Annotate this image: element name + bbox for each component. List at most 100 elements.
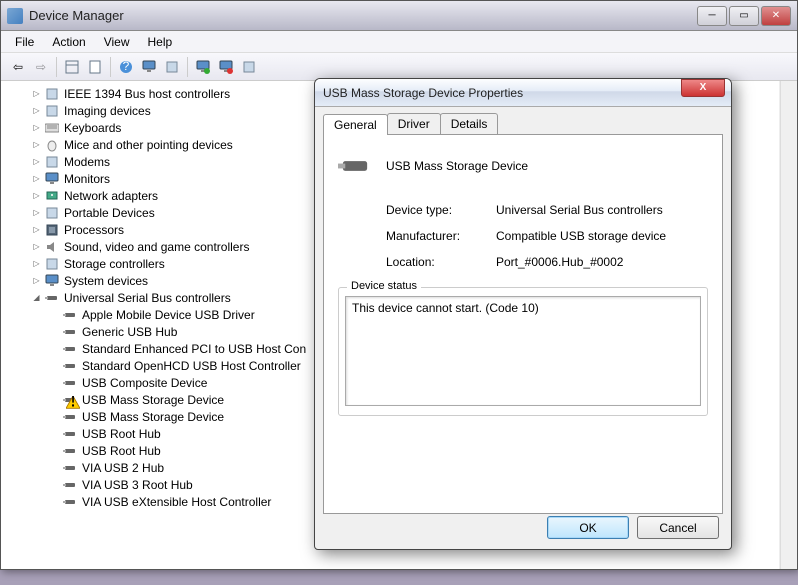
expand-toggle-icon[interactable]: ◢	[31, 292, 42, 303]
usbdev-icon	[62, 307, 78, 323]
toolbar: ⇦ ⇨ ?	[1, 53, 797, 81]
vertical-scrollbar[interactable]	[780, 81, 797, 569]
ieee-icon	[44, 86, 60, 102]
expand-toggle-icon[interactable]: ▷	[31, 88, 42, 99]
update-icon	[165, 60, 179, 74]
enable-button[interactable]	[238, 56, 260, 78]
usbdev-icon	[62, 358, 78, 374]
expand-toggle-icon[interactable]: ▷	[31, 173, 42, 184]
tree-item-label: USB Mass Storage Device	[82, 410, 224, 424]
usbdev-icon	[62, 392, 78, 408]
menu-action[interactable]: Action	[44, 33, 93, 51]
storage-icon	[44, 256, 60, 272]
usbdev-icon	[62, 477, 78, 493]
tree-item-label: IEEE 1394 Bus host controllers	[64, 87, 230, 101]
tree-item-label: Standard Enhanced PCI to USB Host Con	[82, 342, 306, 356]
tree-item-label: Monitors	[64, 172, 110, 186]
back-button[interactable]: ⇦	[7, 56, 29, 78]
expand-spacer	[49, 394, 60, 405]
help-button[interactable]: ?	[115, 56, 137, 78]
tree-item-label: Network adapters	[64, 189, 158, 203]
titlebar[interactable]: Device Manager ─ ▭ ✕	[1, 1, 797, 31]
maximize-button[interactable]: ▭	[729, 6, 759, 26]
forward-arrow-icon: ⇨	[36, 60, 46, 74]
uninstall-button[interactable]	[192, 56, 214, 78]
tab-panel-general: USB Mass Storage Device Device type: Uni…	[323, 134, 723, 514]
tree-item-label: USB Root Hub	[82, 444, 161, 458]
show-hide-tree-button[interactable]	[61, 56, 83, 78]
minimize-button[interactable]: ─	[697, 6, 727, 26]
window-title: Device Manager	[29, 8, 697, 23]
forward-button[interactable]: ⇨	[30, 56, 52, 78]
scan-hardware-button[interactable]	[138, 56, 160, 78]
tab-general[interactable]: General	[323, 114, 388, 135]
uninstall-icon	[196, 60, 210, 74]
properties-icon	[88, 60, 102, 74]
usbdev-icon	[62, 426, 78, 442]
mouse-icon	[44, 137, 60, 153]
expand-toggle-icon[interactable]: ▷	[31, 156, 42, 167]
keyboard-icon	[44, 120, 60, 136]
expand-toggle-icon[interactable]: ▷	[31, 275, 42, 286]
menu-view[interactable]: View	[96, 33, 138, 51]
expand-spacer	[49, 428, 60, 439]
device-status-label: Device status	[347, 280, 421, 292]
tab-details[interactable]: Details	[440, 113, 499, 134]
expand-toggle-icon[interactable]: ▷	[31, 258, 42, 269]
disable-button[interactable]	[215, 56, 237, 78]
modem-icon	[44, 154, 60, 170]
expand-toggle-icon[interactable]: ▷	[31, 224, 42, 235]
monitor-icon	[44, 171, 60, 187]
cpu-icon	[44, 222, 60, 238]
usb-icon	[44, 290, 60, 306]
device-status-group: Device status	[338, 287, 708, 416]
label-manufacturer: Manufacturer:	[386, 229, 496, 243]
expand-toggle-icon[interactable]: ▷	[31, 105, 42, 116]
tree-item-label: USB Root Hub	[82, 427, 161, 441]
app-icon	[7, 8, 23, 24]
expand-toggle-icon[interactable]: ▷	[31, 190, 42, 201]
ok-button[interactable]: OK	[547, 516, 629, 539]
properties-dialog: USB Mass Storage Device Properties X Gen…	[314, 78, 732, 550]
device-large-icon	[338, 149, 372, 183]
update-driver-button[interactable]	[161, 56, 183, 78]
tree-item-label: Modems	[64, 155, 110, 169]
menu-file[interactable]: File	[7, 33, 42, 51]
dialog-titlebar[interactable]: USB Mass Storage Device Properties X	[315, 79, 731, 107]
scan-icon	[142, 60, 156, 74]
help-icon: ?	[119, 60, 133, 74]
tab-driver[interactable]: Driver	[387, 113, 441, 134]
dialog-title: USB Mass Storage Device Properties	[321, 86, 681, 100]
dialog-close-button[interactable]: X	[681, 79, 725, 97]
usbdev-icon	[62, 409, 78, 425]
tab-strip: General Driver Details	[315, 107, 731, 134]
usbdev-icon	[62, 443, 78, 459]
label-device-type: Device type:	[386, 203, 496, 217]
expand-toggle-icon[interactable]: ▷	[31, 241, 42, 252]
value-device-type: Universal Serial Bus controllers	[496, 203, 708, 217]
tree-item-label: VIA USB 3 Root Hub	[82, 478, 193, 492]
usbdev-icon	[62, 375, 78, 391]
properties-button[interactable]	[84, 56, 106, 78]
expand-toggle-icon[interactable]: ▷	[31, 122, 42, 133]
tree-item-label: Storage controllers	[64, 257, 165, 271]
menu-help[interactable]: Help	[140, 33, 181, 51]
tree-icon	[65, 60, 79, 74]
close-button[interactable]: ✕	[761, 6, 791, 26]
cancel-button[interactable]: Cancel	[637, 516, 719, 539]
label-location: Location:	[386, 255, 496, 269]
device-status-text[interactable]	[345, 296, 701, 406]
tree-item-label: Apple Mobile Device USB Driver	[82, 308, 255, 322]
tree-item-label: VIA USB eXtensible Host Controller	[82, 495, 271, 509]
expand-toggle-icon[interactable]: ▷	[31, 207, 42, 218]
expand-toggle-icon[interactable]: ▷	[31, 139, 42, 150]
tree-item-label: Imaging devices	[64, 104, 151, 118]
expand-spacer	[49, 462, 60, 473]
tree-item-label: USB Mass Storage Device	[82, 393, 224, 407]
expand-spacer	[49, 360, 60, 371]
usbdev-icon	[62, 460, 78, 476]
expand-spacer	[49, 309, 60, 320]
imaging-icon	[44, 103, 60, 119]
tree-item-label: VIA USB 2 Hub	[82, 461, 164, 475]
expand-spacer	[49, 479, 60, 490]
